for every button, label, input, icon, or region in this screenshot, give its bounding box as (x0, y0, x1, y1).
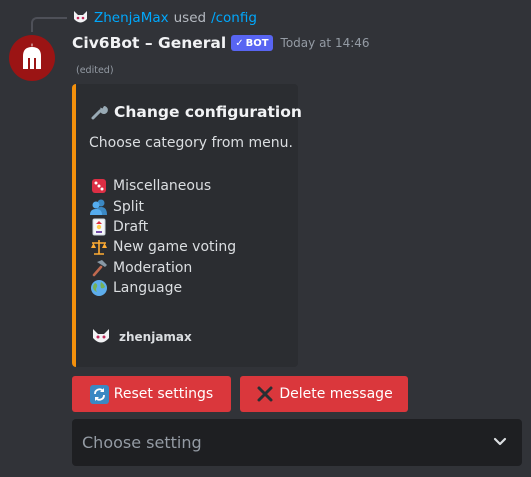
joker-card-icon (89, 218, 109, 236)
reply-username[interactable]: ZhenjaMax (94, 10, 169, 26)
footer-avatar-icon (91, 328, 111, 346)
edited-label: (edited) (76, 65, 114, 76)
reply-context[interactable]: ZhenjaMax used /config (72, 9, 257, 27)
choose-setting-select[interactable]: Choose setting (72, 419, 522, 466)
users-icon (89, 198, 109, 216)
list-item: Split (89, 196, 236, 216)
list-item-label: Moderation (113, 259, 193, 276)
list-item: New game voting (89, 237, 236, 257)
message-header: Civ6Bot – General ✓ BOT Today at 14:46 (72, 34, 370, 52)
select-placeholder: Choose setting (82, 433, 202, 452)
delete-message-button[interactable]: Delete message (240, 376, 408, 412)
list-item-label: Draft (113, 218, 149, 235)
embed-description: Choose category from menu. (89, 135, 293, 151)
reply-used-text: used (173, 10, 207, 26)
footer-author: zhenjamax (119, 330, 192, 344)
reset-settings-button[interactable]: Reset settings (72, 376, 231, 412)
wrench-icon (89, 103, 109, 121)
author-name[interactable]: Civ6Bot – General (72, 34, 226, 52)
dice-icon (89, 177, 109, 195)
embed-title-text: Change configuration (114, 103, 302, 121)
category-list: Miscellaneous Split Draft New game votin… (89, 176, 236, 298)
list-item: Draft (89, 217, 236, 237)
reply-connector (31, 17, 67, 32)
spartan-helmet-icon (23, 43, 41, 69)
bot-tag-label: BOT (245, 37, 269, 49)
reset-settings-label: Reset settings (113, 386, 214, 402)
refresh-icon (90, 384, 110, 404)
bot-tag: ✓ BOT (231, 35, 273, 51)
reply-avatar-icon (72, 10, 89, 26)
embed-card: Change configuration Choose category fro… (72, 84, 302, 367)
list-item-label: Split (113, 198, 145, 215)
delete-message-label: Delete message (279, 386, 393, 402)
timestamp[interactable]: Today at 14:46 (281, 36, 370, 50)
verified-check-icon: ✓ (235, 37, 244, 49)
list-item: Moderation (89, 258, 236, 278)
embed-footer: zhenjamax (91, 328, 192, 346)
scales-icon (89, 238, 109, 256)
reply-command[interactable]: /config (211, 10, 257, 26)
cross-icon (255, 385, 275, 403)
hammer-icon (89, 259, 109, 277)
globe-icon (89, 279, 109, 297)
list-item-label: Miscellaneous (113, 178, 212, 195)
list-item-label: New game voting (113, 239, 237, 256)
list-item: Language (89, 278, 236, 298)
chevron-down-icon (492, 433, 508, 453)
list-item-label: Language (113, 280, 183, 297)
list-item: Miscellaneous (89, 176, 236, 196)
bot-avatar[interactable] (9, 35, 55, 81)
embed-title: Change configuration (89, 103, 302, 121)
